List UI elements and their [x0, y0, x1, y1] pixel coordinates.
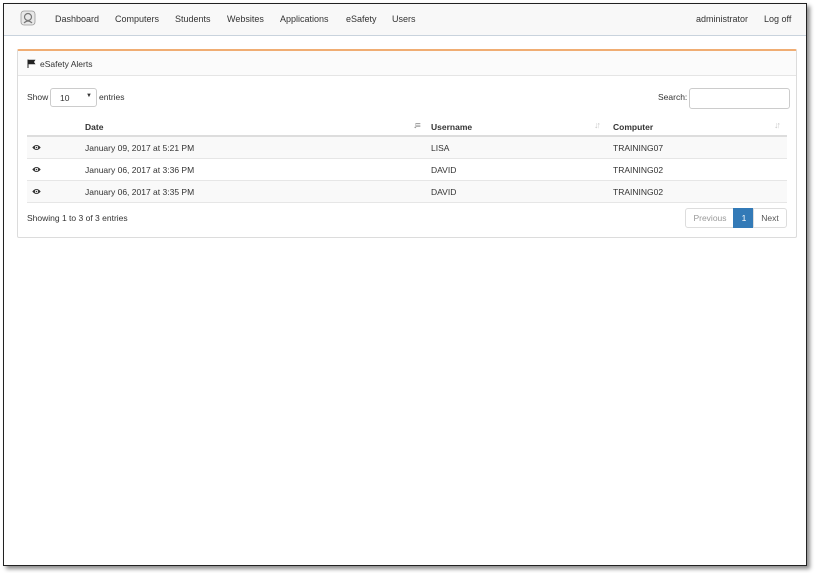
sort-both-icon[interactable]: ↓↑: [594, 120, 601, 130]
cell-date: January 09, 2017 at 5:21 PM: [85, 143, 195, 153]
esafety-alerts-panel: eSafety Alerts Show 10 ▼ entries Search:…: [17, 49, 797, 238]
cell-date: January 06, 2017 at 3:36 PM: [85, 165, 195, 175]
column-header-date[interactable]: Date: [85, 122, 103, 132]
cell-date: January 06, 2017 at 3:35 PM: [85, 187, 195, 197]
chevron-down-icon: ▼: [86, 93, 92, 99]
entries-select-value: 10: [60, 93, 70, 103]
previous-page-button[interactable]: Previous: [685, 208, 735, 228]
nav-users[interactable]: Users: [392, 14, 416, 24]
page-1-button[interactable]: 1: [733, 208, 755, 228]
search-input[interactable]: [689, 88, 790, 109]
eye-icon[interactable]: [32, 188, 41, 195]
sort-both-icon[interactable]: ↓↑: [774, 120, 781, 130]
flag-icon: [27, 59, 36, 68]
entries-label: entries: [99, 92, 125, 102]
cell-computer: TRAINING02: [613, 187, 664, 197]
table-row[interactable]: January 06, 2017 at 3:36 PM DAVID TRAINI…: [27, 159, 787, 181]
nav-websites[interactable]: Websites: [227, 14, 264, 24]
show-label: Show: [27, 92, 49, 102]
app-logo-icon[interactable]: [20, 10, 36, 26]
panel-title: eSafety Alerts: [40, 59, 93, 69]
table-row[interactable]: January 09, 2017 at 5:21 PM LISA TRAININ…: [27, 137, 787, 159]
cell-username: DAVID: [431, 187, 457, 197]
app-window: Dashboard Computers Students Websites Ap…: [3, 3, 807, 566]
sort-desc-icon[interactable]: ↓≡: [413, 120, 421, 130]
eye-icon[interactable]: [32, 166, 41, 173]
nav-students[interactable]: Students: [175, 14, 211, 24]
nav-user-name[interactable]: administrator: [696, 14, 748, 24]
search-label: Search:: [658, 92, 688, 102]
nav-esafety[interactable]: eSafety: [346, 14, 377, 24]
column-header-computer[interactable]: Computer: [613, 122, 653, 132]
table-row[interactable]: January 06, 2017 at 3:35 PM DAVID TRAINI…: [27, 181, 787, 203]
logoff-link[interactable]: Log off: [764, 14, 791, 24]
cell-username: DAVID: [431, 165, 457, 175]
nav-applications[interactable]: Applications: [280, 14, 329, 24]
column-header-username[interactable]: Username: [431, 122, 472, 132]
cell-username: LISA: [431, 143, 450, 153]
cell-computer: TRAINING07: [613, 143, 664, 153]
nav-dashboard[interactable]: Dashboard: [55, 14, 99, 24]
panel-heading: eSafety Alerts: [18, 51, 796, 76]
eye-icon[interactable]: [32, 144, 41, 151]
cell-computer: TRAINING02: [613, 165, 664, 175]
nav-computers[interactable]: Computers: [115, 14, 159, 24]
next-page-button[interactable]: Next: [753, 208, 787, 228]
table-info: Showing 1 to 3 of 3 entries: [27, 213, 128, 223]
entries-select[interactable]: 10 ▼: [50, 88, 97, 107]
top-navbar: Dashboard Computers Students Websites Ap…: [4, 4, 806, 36]
